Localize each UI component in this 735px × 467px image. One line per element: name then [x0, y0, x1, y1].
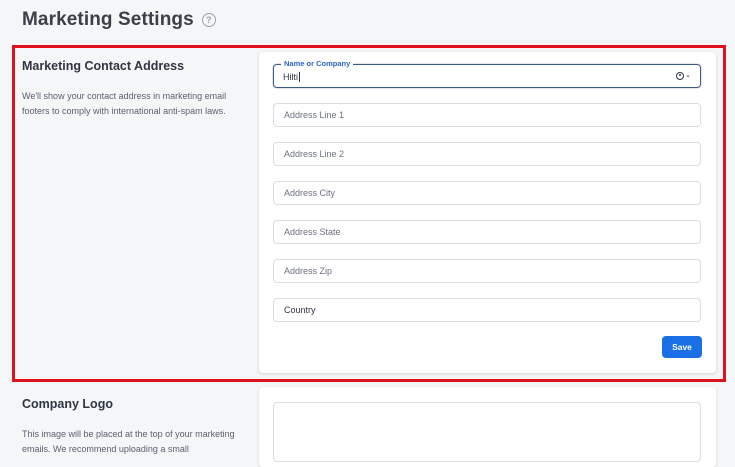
logo-upload-area[interactable]: [273, 402, 701, 462]
country-value: Country: [284, 305, 316, 315]
address-city-placeholder: Address City: [284, 188, 336, 198]
address-city-field[interactable]: Address City: [273, 181, 701, 205]
address-line-1-field[interactable]: Address Line 1: [273, 103, 701, 127]
save-button[interactable]: Save: [662, 336, 702, 358]
address-state-field[interactable]: Address State: [273, 220, 701, 244]
country-field[interactable]: Country: [273, 298, 701, 322]
contact-section-title: Marketing Contact Address: [22, 59, 185, 73]
address-line-1-placeholder: Address Line 1: [284, 110, 345, 120]
text-caret: [299, 72, 300, 82]
help-icon[interactable]: ?: [201, 13, 216, 27]
contact-icon[interactable]: [676, 72, 684, 80]
chevron-down-icon[interactable]: ⌄: [685, 71, 691, 79]
name-company-label: Name or Company: [281, 59, 354, 68]
logo-section-title: Company Logo: [22, 397, 113, 411]
address-zip-field[interactable]: Address Zip: [273, 259, 701, 283]
address-zip-placeholder: Address Zip: [284, 266, 333, 276]
logo-section-description: This image will be placed at the top of …: [22, 429, 235, 454]
contact-section-description: We'll show your contact address in marke…: [22, 91, 227, 116]
address-state-placeholder: Address State: [284, 227, 341, 237]
address-line-2-placeholder: Address Line 2: [284, 149, 345, 159]
page-header: Marketing Settings ?: [22, 9, 216, 31]
contact-card: [259, 52, 716, 373]
name-company-field[interactable]: Name or Company Hilti ⌄: [273, 59, 701, 88]
page-title: Marketing Settings: [22, 9, 194, 30]
name-company-value: Hilti: [283, 72, 298, 82]
address-line-2-field[interactable]: Address Line 2: [273, 142, 701, 166]
